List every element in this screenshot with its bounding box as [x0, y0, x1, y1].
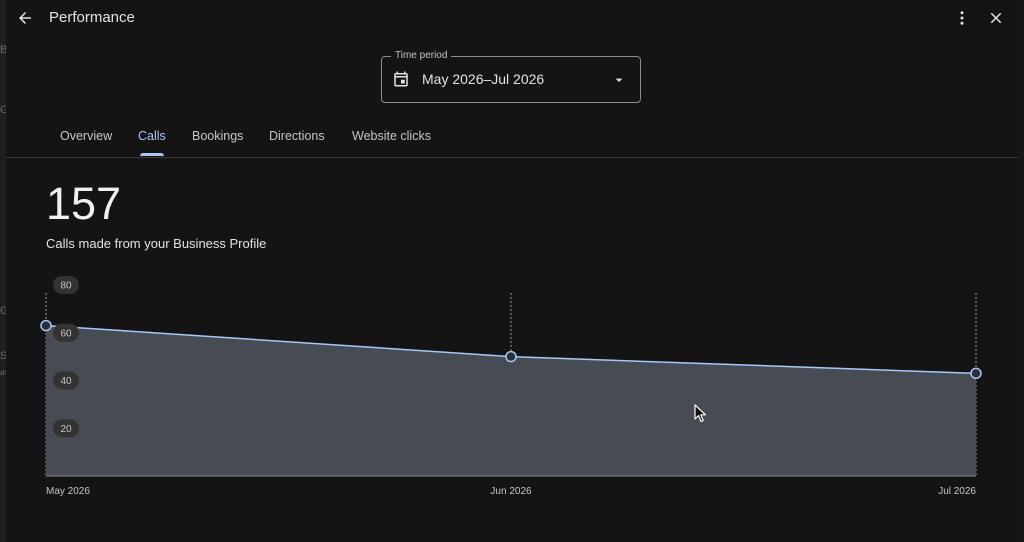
dialog-title: Performance: [49, 9, 135, 26]
time-period-select[interactable]: Time period May 2026–Jul 2026: [381, 50, 641, 103]
close-button[interactable]: [983, 5, 1009, 31]
dropdown-arrow-icon: [615, 78, 623, 82]
y-tick-label: 40: [60, 376, 72, 387]
chart-data-point: [40, 319, 52, 332]
back-button[interactable]: [12, 5, 38, 31]
tab-bar: Overview Calls Bookings Directions Websi…: [6, 120, 1018, 158]
calendar-icon: [394, 71, 408, 87]
x-tick-label: May 2026: [46, 486, 90, 497]
tab-overview[interactable]: Overview: [60, 129, 112, 143]
mouse-cursor-icon: [694, 404, 707, 423]
performance-dialog: Performance Time period May 2026–Jul 202…: [6, 0, 1018, 542]
metric-description: Calls made from your Business Profile: [46, 236, 267, 251]
chart-data-point: [970, 367, 982, 380]
tab-website-clicks[interactable]: Website clicks: [352, 129, 431, 143]
active-tab-indicator: [140, 153, 164, 156]
chart-area: [46, 325, 976, 476]
x-tick-label: Jul 2026: [938, 486, 976, 497]
calls-chart: 20 40 60 80 May 2026 Jun 2026 Jul 2026: [6, 275, 1018, 510]
close-icon: [990, 12, 1002, 24]
time-period-label: Time period: [391, 50, 452, 61]
more-options-button[interactable]: [949, 5, 975, 31]
calls-area-chart: 20 40 60 80 May 2026 Jun 2026 Jul 2026: [40, 276, 982, 497]
arrow-back-icon: [19, 12, 31, 24]
y-tick-label: 20: [60, 424, 72, 435]
time-period-value: May 2026–Jul 2026: [422, 71, 545, 87]
x-tick-label: Jun 2026: [490, 486, 532, 497]
metric-value: 157: [46, 178, 122, 229]
y-tick-label: 60: [60, 328, 72, 339]
tab-directions[interactable]: Directions: [269, 129, 325, 143]
y-tick-label: 80: [60, 281, 72, 292]
tab-calls[interactable]: Calls: [138, 129, 166, 143]
chart-data-point: [505, 350, 517, 363]
top-bar: Performance: [6, 0, 1018, 38]
tab-bookings[interactable]: Bookings: [192, 129, 243, 143]
more-vert-icon: [960, 11, 964, 25]
